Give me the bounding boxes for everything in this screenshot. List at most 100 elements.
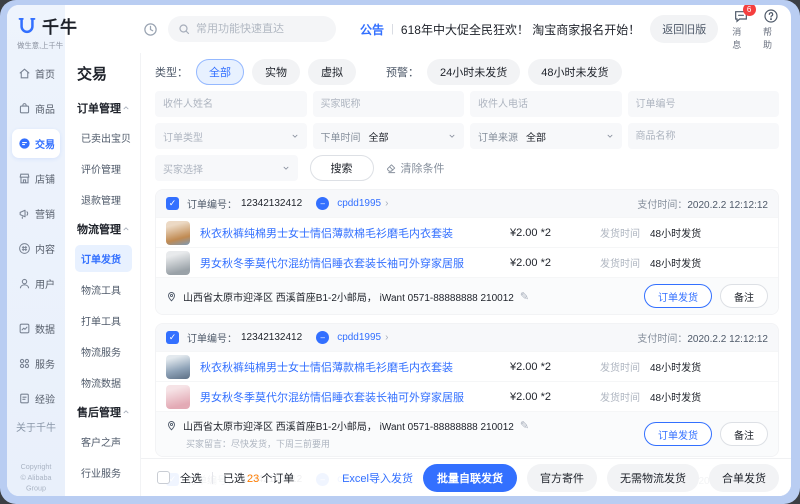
order-shipping-panel: 类型： 全部 实物 虚拟 预警： 24小时未发货 48小时未发货 订单类型 xyxy=(141,53,791,496)
order-number: 12342132412 xyxy=(241,198,302,209)
product-title-link[interactable]: 秋衣秋裤纯棉男士女士情侣薄款棉毛衫磨毛内衣套装 xyxy=(200,359,500,375)
receiver-phone-input[interactable] xyxy=(470,91,622,117)
ship-order-button[interactable]: 订单发货 xyxy=(644,284,712,308)
product-name-input[interactable] xyxy=(628,123,780,149)
copyright: Copyright © Alibaba Group xyxy=(14,462,57,494)
group-aftersale-management[interactable]: 售后管理 xyxy=(77,400,132,428)
order-source-select[interactable]: 订单来源 全部 xyxy=(470,123,622,149)
quick-search-input[interactable] xyxy=(196,23,311,35)
note-icon xyxy=(18,392,31,405)
goods-icon xyxy=(18,102,31,115)
product-title-link[interactable]: 秋衣秋裤纯棉男士女士情侣薄款棉毛衫磨毛内衣套装 xyxy=(200,225,500,241)
merge-ship-button[interactable]: 合单发货 xyxy=(709,464,779,492)
order-checkbox-checked[interactable]: ✓ xyxy=(166,331,179,344)
announcement-text: 618年中大促全民狂欢！ 淘宝商家报名开始！ xyxy=(401,21,640,38)
buyer-select[interactable]: 买家选择 xyxy=(155,155,298,181)
chevron-down-icon xyxy=(291,132,299,140)
order-type-select[interactable]: 订单类型 xyxy=(155,123,307,149)
no-logistics-ship-button[interactable]: 无需物流发货 xyxy=(607,464,699,492)
subnav-item-review-management[interactable]: 评价管理 xyxy=(75,155,132,182)
remark-button[interactable]: 备注 xyxy=(720,422,768,446)
trade-subnav: 交易 订单管理 已卖出宝贝 评价管理 退款管理 物流管理 订单发货 物流工具 打… xyxy=(65,53,141,496)
sidebar-item-user[interactable]: 用户 xyxy=(12,269,60,298)
product-row: 男女秋冬季莫代尔混纺情侣睡衣套装长袖可外穿家居服 ¥2.00 *2 发货时间48… xyxy=(156,381,778,411)
subnav-item-order-shipping[interactable]: 订单发货 xyxy=(75,245,132,272)
subnav-item-logistics-data[interactable]: 物流数据 xyxy=(75,369,132,396)
order-card: ✓ 订单编号： 12342132412 – cpdd1995 › 支付时间：20… xyxy=(155,189,779,315)
subnav-item-logistics-service[interactable]: 物流服务 xyxy=(75,338,132,365)
sidebar-item-trade[interactable]: 交易 xyxy=(12,129,60,158)
sidebar-item-service[interactable]: 服务 xyxy=(12,349,60,378)
shop-icon xyxy=(18,172,31,185)
messages-button[interactable]: 6 消息 xyxy=(732,8,749,51)
sidebar-item-shop[interactable]: 店铺 xyxy=(12,164,60,193)
edit-address-icon[interactable]: ✎ xyxy=(520,290,529,303)
subnav-item-sold-items[interactable]: 已卖出宝贝 xyxy=(75,124,132,151)
message-badge: 6 xyxy=(743,5,756,16)
order-time-select[interactable]: 下单时间 全部 xyxy=(313,123,465,149)
search-icon xyxy=(178,23,190,35)
sidebar-item-marketing[interactable]: 营销 xyxy=(12,199,60,228)
official-delivery-button[interactable]: 官方寄件 xyxy=(527,464,597,492)
subnav-item-refund-management[interactable]: 退款管理 xyxy=(75,186,132,213)
wangwang-chat-icon[interactable]: – xyxy=(316,197,329,210)
sidebar-item-experience[interactable]: 经验 xyxy=(12,384,60,413)
order-checkbox-checked[interactable]: ✓ xyxy=(166,197,179,210)
warning-filter-label: 预警： xyxy=(386,64,419,80)
sidebar-item-home[interactable]: 首页 xyxy=(12,59,60,88)
back-to-old-version-button[interactable]: 返回旧版 xyxy=(650,15,718,43)
sidebar-item-goods[interactable]: 商品 xyxy=(12,94,60,123)
buyer-link[interactable]: cpdd1995 xyxy=(337,332,381,343)
ship-order-button[interactable]: 订单发货 xyxy=(644,422,712,446)
warn-chip-48h[interactable]: 48小时未发货 xyxy=(528,59,621,85)
product-thumbnail xyxy=(166,355,190,379)
product-title-link[interactable]: 男女秋冬季莫代尔混纺情侣睡衣套装长袖可外穿家居服 xyxy=(200,255,500,271)
order-number: 12342132412 xyxy=(241,332,302,343)
sidebar-item-content[interactable]: 内容 xyxy=(12,234,60,263)
batch-ship-button[interactable]: 批量自联发货 xyxy=(423,464,517,492)
person-icon xyxy=(18,277,31,290)
wangwang-chat-icon[interactable]: – xyxy=(316,331,329,344)
product-thumbnail xyxy=(166,221,190,245)
chevron-down-icon xyxy=(606,132,614,140)
type-chip-all[interactable]: 全部 xyxy=(196,59,244,85)
product-price: ¥2.00 *2 xyxy=(510,257,590,269)
select-all-checkbox[interactable] xyxy=(157,471,170,484)
excel-import-ship-link[interactable]: Excel导入发货 xyxy=(342,470,413,486)
remark-button[interactable]: 备注 xyxy=(720,284,768,308)
batch-actions-bar: 全选 已选23个订单 Excel导入发货 批量自联发货 官方寄件 无需物流发货 … xyxy=(141,458,791,496)
group-logistics-management[interactable]: 物流管理 xyxy=(77,217,132,245)
sidebar-item-data[interactable]: 数据 xyxy=(12,314,60,343)
type-chip-physical[interactable]: 实物 xyxy=(252,59,300,85)
chevron-right-icon: › xyxy=(385,332,388,343)
help-button[interactable]: 帮助 xyxy=(763,8,780,51)
group-order-management[interactable]: 订单管理 xyxy=(77,96,132,124)
subnav-item-industry-service[interactable]: 行业服务 xyxy=(75,459,132,486)
clock-icon[interactable] xyxy=(143,22,158,37)
announcement-bar[interactable]: 公告 | 618年中大促全民狂欢！ 淘宝商家报名开始！ xyxy=(360,21,640,38)
about-qianniu-link[interactable]: 关于千牛 xyxy=(12,419,60,434)
product-row: 秋衣秋裤纯棉男士女士情侣薄款棉毛衫磨毛内衣套装 ¥2.00 *2 发货时间48小… xyxy=(156,217,778,247)
buyer-link[interactable]: cpdd1995 xyxy=(337,198,381,209)
clear-filters-button[interactable]: 清除条件 xyxy=(386,160,445,176)
quick-search[interactable] xyxy=(168,16,336,42)
type-chip-virtual[interactable]: 虚拟 xyxy=(308,59,356,85)
product-thumbnail xyxy=(166,385,190,409)
subnav-item-print-tools[interactable]: 打单工具 xyxy=(75,307,132,334)
edit-address-icon[interactable]: ✎ xyxy=(520,419,529,432)
page-title: 交易 xyxy=(77,63,132,84)
chevron-right-icon: › xyxy=(385,198,388,209)
subnav-item-customer-voice[interactable]: 客户之声 xyxy=(75,428,132,455)
hash-circle-icon xyxy=(18,242,31,255)
product-title-link[interactable]: 男女秋冬季莫代尔混纺情侣睡衣套装长袖可外穿家居服 xyxy=(200,389,500,405)
order-number-input[interactable] xyxy=(628,91,780,117)
subnav-item-logistics-tools[interactable]: 物流工具 xyxy=(75,276,132,303)
home-icon xyxy=(18,67,31,80)
buyer-nickname-input[interactable] xyxy=(313,91,465,117)
search-button[interactable]: 搜索 xyxy=(310,155,374,181)
primary-sidebar: 首页 商品 交易 店铺 营销 内容 xyxy=(7,53,65,496)
buyer-note: 买家留言：尽快发货，下周三前要用 xyxy=(186,437,638,450)
product-price: ¥2.00 *2 xyxy=(510,391,590,403)
warn-chip-24h[interactable]: 24小时未发货 xyxy=(427,59,520,85)
receiver-name-input[interactable] xyxy=(155,91,307,117)
